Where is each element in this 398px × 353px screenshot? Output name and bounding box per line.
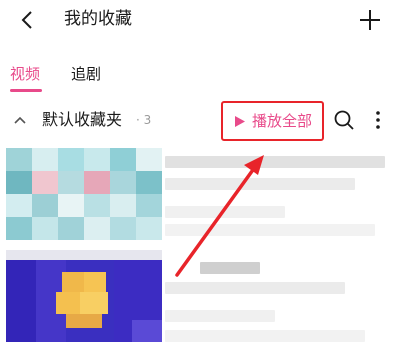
more-options-button[interactable] [369, 109, 387, 131]
pixel-block [84, 194, 110, 217]
blurred-title-line [165, 156, 385, 168]
tab-bar: 视频 追剧 [0, 56, 398, 96]
chevron-left-icon [21, 11, 32, 29]
video-list-item[interactable] [0, 250, 398, 350]
tab-videos[interactable]: 视频 [10, 64, 40, 84]
pixel-block [80, 292, 108, 314]
add-button[interactable] [356, 6, 384, 34]
play-triangle-icon [235, 116, 245, 127]
pixel-block [6, 171, 32, 194]
chevron-up-icon [14, 116, 26, 124]
video-info-pixelated [165, 148, 398, 244]
pixel-block [58, 217, 84, 240]
pixel-block [84, 217, 110, 240]
pixel-block [62, 272, 84, 292]
pixel-block [110, 217, 136, 240]
pixel-block [58, 148, 84, 171]
search-button[interactable] [333, 109, 355, 131]
pixel-block [6, 260, 36, 342]
pixel-block [66, 314, 102, 328]
pixel-block [58, 194, 84, 217]
blurred-title-line [200, 262, 260, 274]
pixel-block [110, 194, 136, 217]
blurred-meta-line [165, 330, 365, 342]
pixel-block [56, 292, 80, 314]
pixel-block [32, 194, 58, 217]
plus-icon [360, 10, 380, 30]
top-bar: 我的收藏 [0, 0, 398, 40]
folder-count: · 3 [136, 113, 152, 127]
more-vertical-icon [376, 111, 380, 129]
pixel-block [32, 171, 58, 194]
pixel-block [58, 171, 84, 194]
pixel-block [132, 320, 162, 342]
search-icon [334, 110, 354, 130]
pixel-block [84, 272, 106, 292]
pixel-block [6, 194, 32, 217]
video-thumbnail-pixelated [6, 250, 162, 342]
pixel-block [136, 148, 162, 171]
page-title: 我的收藏 [64, 9, 132, 29]
pixel-block [110, 171, 136, 194]
pixel-block [110, 148, 136, 171]
pixel-block [6, 148, 32, 171]
pixel-block [136, 194, 162, 217]
pixel-block [136, 217, 162, 240]
pixel-block [84, 171, 110, 194]
pixel-block [6, 250, 162, 260]
back-button[interactable] [14, 6, 42, 34]
folder-name: 默认收藏夹 [42, 110, 123, 129]
tab-series[interactable]: 追剧 [71, 64, 101, 84]
pixel-block [6, 217, 32, 240]
video-info-pixelated [165, 250, 398, 350]
pixel-block [84, 148, 110, 171]
play-all-button[interactable]: 播放全部 [221, 101, 324, 141]
blurred-title-line [165, 282, 345, 294]
blurred-meta-line [165, 206, 285, 218]
play-all-label: 播放全部 [252, 112, 313, 130]
collapse-folder-button[interactable] [12, 112, 28, 128]
pixel-block [136, 171, 162, 194]
pixel-block [32, 217, 58, 240]
video-list-item[interactable] [0, 148, 398, 244]
active-tab-indicator [10, 89, 42, 92]
video-thumbnail-pixelated [6, 148, 162, 240]
pixel-block [32, 148, 58, 171]
blurred-title-line [165, 178, 355, 190]
blurred-meta-line [165, 310, 275, 322]
blurred-meta-line [165, 224, 375, 236]
folder-header: 默认收藏夹 · 3 播放全部 [0, 100, 398, 141]
